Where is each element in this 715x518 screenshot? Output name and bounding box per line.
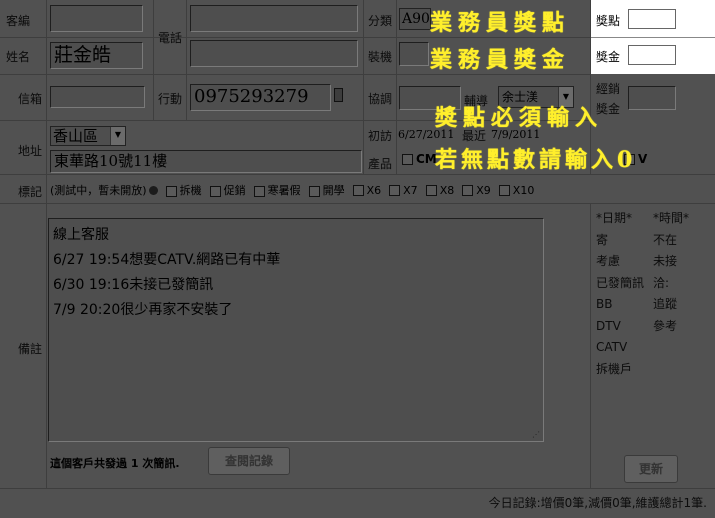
product-cm-checkbox[interactable] xyxy=(402,154,413,165)
mark-option-2[interactable]: 寒暑假 xyxy=(252,182,301,198)
footer-summary: 今日記錄:增價0筆,減價0筆,維護總計1筆. xyxy=(488,496,707,510)
mark-option-0[interactable]: 拆機 xyxy=(164,182,202,198)
remark-line: 6/27 19:54想要CATV.網路已有中華 xyxy=(53,252,281,268)
remark-line: 7/9 20:20很少再家不安裝了 xyxy=(53,302,233,318)
install-input[interactable] xyxy=(399,42,429,66)
name-label: 姓名 xyxy=(6,50,31,64)
install-label: 裝機 xyxy=(368,50,393,64)
district-select[interactable]: 香山區 ▼ xyxy=(50,126,126,146)
mark-label: 標記 xyxy=(18,185,43,199)
phone-input-1[interactable] xyxy=(190,5,358,32)
distributor-label-line1: 經銷 xyxy=(596,82,621,96)
view-records-button[interactable]: 查閱記錄 xyxy=(208,447,290,475)
legend-date-column: *日期* 寄 考慮 已發簡訊 BB DTV CATV 拆機戶 xyxy=(596,211,645,376)
mobile-phone-icon[interactable] xyxy=(334,88,343,102)
reward-point-input[interactable] xyxy=(628,9,676,29)
remark-line: 線上客服 xyxy=(53,227,109,243)
mark-option-4[interactable]: X6 xyxy=(351,184,381,197)
phone-input-2[interactable] xyxy=(190,40,358,67)
mark-options: (測試中，暫未開放) 拆機 促銷 寒暑假 開學 X6 X7 X8 X9 X10 xyxy=(50,182,534,198)
category-label: 分類 xyxy=(368,14,393,28)
mobile-label: 行動 xyxy=(158,92,183,106)
mark-note: (測試中，暫未開放) xyxy=(50,184,147,197)
product-cm-option[interactable]: CM xyxy=(400,152,437,166)
product-label: 產品 xyxy=(368,157,393,171)
category-select[interactable]: A90 xyxy=(399,8,431,30)
reward-bonus-input[interactable] xyxy=(628,45,676,65)
update-button[interactable]: 更新 xyxy=(624,455,678,483)
mobile-input[interactable]: 0975293279 xyxy=(190,84,331,111)
phone-label: 電話 xyxy=(158,31,183,45)
legend-time-column: *時間* 不在 未接 洽: 追蹤 參考 xyxy=(653,211,690,333)
mark-status-dot-icon xyxy=(148,185,158,195)
remark-label: 備註 xyxy=(18,342,43,356)
overlay-line-3: 獎點必須輸入 xyxy=(435,105,604,131)
customer-id-input[interactable] xyxy=(50,5,143,32)
reward-bonus-label: 獎金 xyxy=(596,50,621,64)
distributor-bonus-input[interactable] xyxy=(628,86,676,110)
street-input[interactable]: 東華路10號11樓 xyxy=(50,150,362,173)
mark-option-8[interactable]: X10 xyxy=(497,184,534,197)
overlay-line-1: 業務員獎點 xyxy=(430,10,571,36)
address-label: 地址 xyxy=(18,144,43,158)
overlay-line-2: 業務員獎金 xyxy=(430,47,571,73)
remark-line: 6/30 19:16未接已發簡訊 xyxy=(53,277,214,293)
first-visit-label: 初訪 xyxy=(368,129,393,143)
mark-option-1[interactable]: 促銷 xyxy=(208,182,246,198)
resize-grip-icon[interactable]: ⋰ xyxy=(532,430,542,440)
reward-point-label: 獎點 xyxy=(596,14,621,28)
mark-option-5[interactable]: X7 xyxy=(387,184,418,197)
sms-count-text: 這個客戶共發過 1 次簡訊. xyxy=(50,457,180,470)
remark-textarea[interactable]: 線上客服 6/27 19:54想要CATV.網路已有中華 6/30 19:16未… xyxy=(48,218,544,442)
email-label: 信箱 xyxy=(18,92,43,106)
negotiate-label: 協調 xyxy=(368,92,393,106)
email-input[interactable] xyxy=(50,86,145,108)
name-input[interactable]: 莊金皓 xyxy=(50,42,143,69)
mark-option-7[interactable]: X9 xyxy=(460,184,491,197)
overlay-line-4: 若無點數請輸入0 xyxy=(435,147,637,173)
mark-option-6[interactable]: X8 xyxy=(424,184,454,197)
customer-id-label: 客編 xyxy=(6,14,31,28)
mark-option-3[interactable]: 開學 xyxy=(307,182,345,198)
